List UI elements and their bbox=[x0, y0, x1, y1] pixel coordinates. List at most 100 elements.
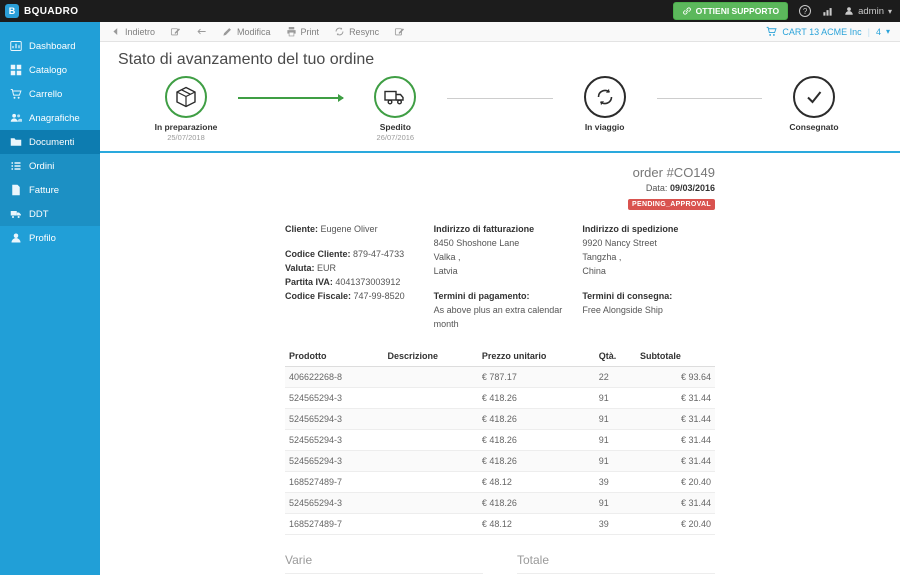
ddt-icon bbox=[10, 208, 22, 220]
sync-icon bbox=[593, 85, 617, 109]
partita-iva-value: 4041373003912 bbox=[335, 276, 401, 287]
edit-note-button[interactable] bbox=[394, 26, 405, 37]
edit-note-button[interactable] bbox=[170, 26, 181, 37]
order-item-cell: 524565294-3 bbox=[285, 387, 384, 409]
sidebar-item-documenti[interactable]: Documenti bbox=[0, 130, 100, 154]
order-item-row: 524565294-3 € 418.26 91 € 31.44 bbox=[285, 492, 715, 514]
sidebar-item-label: Documenti bbox=[29, 136, 75, 148]
customer-grid: Cliente: Eugene Oliver Codice Cliente: 8… bbox=[285, 223, 715, 332]
payment-terms-value: As above plus an extra calendar month bbox=[433, 304, 563, 329]
order-item-cell bbox=[383, 408, 478, 430]
step-circle bbox=[583, 76, 626, 118]
cliente-label: Cliente: bbox=[285, 224, 319, 234]
customer-code-line: Codice Cliente: 879-47-4733 bbox=[285, 248, 418, 262]
billing-line: Latvia bbox=[433, 265, 458, 276]
sidebar-item-fatture[interactable]: Fatture bbox=[0, 178, 100, 202]
brand[interactable]: B BQUADRO bbox=[5, 4, 101, 18]
order-item-cell: 91 bbox=[594, 387, 636, 409]
codice-fiscale-value: 747-99-8520 bbox=[353, 290, 405, 301]
user-menu[interactable]: admin ▾ bbox=[844, 6, 892, 17]
sidebar-item-catalogo[interactable]: Catalogo bbox=[0, 58, 100, 82]
order-date: Data: 09/03/2016 bbox=[285, 183, 715, 193]
currency-line: Valuta: EUR bbox=[285, 262, 418, 276]
step-date: 26/07/2016 bbox=[376, 133, 415, 142]
edit-note-icon bbox=[394, 26, 405, 37]
brand-logo-icon: B bbox=[5, 4, 19, 18]
delivery-terms-label-text: Termini di consegna: bbox=[582, 290, 673, 301]
partita-iva-label: Partita IVA: bbox=[285, 276, 333, 287]
order-item-cell: € 418.26 bbox=[477, 429, 595, 451]
toolbar-button-label: Modifica bbox=[237, 26, 271, 37]
sidebar-item-anagrafiche[interactable]: Anagrafiche bbox=[0, 106, 100, 130]
toolbar-button-label: Indietro bbox=[125, 26, 156, 37]
sidebar-item-dashboard[interactable]: Dashboard bbox=[0, 34, 100, 58]
sidebar-item-label: Anagrafiche bbox=[29, 112, 80, 124]
table-header-row: Prodotto Descrizione Prezzo unitario Qtà… bbox=[285, 345, 715, 367]
cart-label: CART 13 ACME Inc bbox=[782, 26, 862, 37]
indietro-button[interactable]: Indietro bbox=[110, 26, 155, 37]
header-qta: Qtà. bbox=[594, 345, 636, 367]
order-header: order #CO149 Data: 09/03/2016 PENDING_AP… bbox=[285, 165, 715, 211]
order-item-cell bbox=[383, 513, 478, 535]
sidebar-item-label: Carrello bbox=[29, 88, 63, 100]
order-item-cell bbox=[383, 387, 478, 409]
order-item-cell: 524565294-3 bbox=[285, 492, 384, 514]
totale-heading: Totale bbox=[517, 553, 715, 574]
step-label: In preparazione bbox=[154, 122, 218, 132]
resync-button[interactable]: Resync bbox=[334, 26, 379, 37]
order-item-row: 168527489-7 € 48.12 39 € 20.40 bbox=[285, 513, 715, 535]
step-connector bbox=[656, 98, 762, 99]
arrow-left-button[interactable] bbox=[196, 26, 207, 37]
print-button[interactable]: Print bbox=[286, 26, 319, 37]
order-document: order #CO149 Data: 09/03/2016 PENDING_AP… bbox=[285, 165, 715, 575]
support-button[interactable]: OTTIENI SUPPORTO bbox=[672, 2, 789, 20]
order-item-cell: 39 bbox=[594, 471, 636, 493]
order-item-cell: € 418.26 bbox=[477, 492, 595, 514]
stats-icon[interactable] bbox=[822, 6, 833, 17]
arrow-left-icon bbox=[196, 26, 207, 37]
order-item-cell bbox=[383, 471, 478, 493]
cart-link[interactable]: CART 13 ACME Inc | 4 ▾ bbox=[766, 26, 890, 37]
package-icon bbox=[174, 85, 198, 109]
sidebar-item-label: Ordini bbox=[29, 160, 55, 172]
varie-heading: Varie bbox=[285, 553, 483, 574]
topbar: B BQUADRO OTTIENI SUPPORTO ? admin ▾ bbox=[0, 0, 900, 22]
payment-terms-label-text: Termini di pagamento: bbox=[433, 290, 530, 301]
shipping-title: Indirizzo di spedizione bbox=[582, 223, 715, 237]
sidebar-item-ordini[interactable]: Ordini bbox=[0, 154, 100, 178]
user-icon bbox=[844, 6, 854, 16]
totale-column: Totale Imponibile: € 1065.15 bbox=[517, 553, 715, 575]
status-badge: PENDING_APPROVAL bbox=[628, 199, 715, 210]
order-item-row: 524565294-3 € 418.26 91 € 31.44 bbox=[285, 429, 715, 451]
toolbar-actions: Indietro Modifica Print Resync bbox=[110, 26, 766, 37]
codice-cliente-label: Codice Cliente: bbox=[285, 248, 351, 259]
order-items-table: Prodotto Descrizione Prezzo unitario Qtà… bbox=[285, 345, 715, 535]
sidebar-item-profilo[interactable]: Profilo bbox=[0, 226, 100, 250]
customer-info: Cliente: Eugene Oliver Codice Cliente: 8… bbox=[285, 223, 418, 332]
codice-fiscale-label: Codice Fiscale: bbox=[285, 290, 352, 301]
toolbar-button-label: Resync bbox=[349, 26, 380, 37]
order-item-cell: 524565294-3 bbox=[285, 450, 384, 472]
order-item-cell: € 31.44 bbox=[635, 387, 715, 409]
help-icon[interactable]: ? bbox=[799, 5, 812, 17]
invoices-icon bbox=[10, 184, 22, 196]
order-item-row: 168527489-7 € 48.12 39 € 20.40 bbox=[285, 471, 715, 493]
order-item-cell bbox=[383, 492, 478, 514]
order-item-row: 524565294-3 € 418.26 91 € 31.44 bbox=[285, 387, 715, 409]
caret-down-icon: ▾ bbox=[887, 6, 892, 16]
order-progress: In preparazione 25/07/2018 Spedito 26/07/20… bbox=[134, 76, 866, 142]
sidebar-item-ddt[interactable]: DDT bbox=[0, 202, 100, 226]
header-prezzo-unitario: Prezzo unitario bbox=[477, 345, 595, 367]
billing-title: Indirizzo di fatturazione bbox=[434, 223, 567, 237]
resync-icon bbox=[334, 26, 345, 37]
step-label: In viaggio bbox=[584, 122, 625, 132]
header-descrizione: Descrizione bbox=[383, 345, 478, 367]
pencil-icon bbox=[222, 26, 233, 37]
modifica-button[interactable]: Modifica bbox=[222, 26, 271, 37]
user-name: admin bbox=[858, 5, 884, 17]
order-item-cell: 22 bbox=[594, 366, 636, 388]
sidebar-item-carrello[interactable]: Carrello bbox=[0, 82, 100, 106]
customer-name-line: Cliente: Eugene Oliver bbox=[285, 223, 418, 237]
order-item-cell: € 31.44 bbox=[635, 429, 715, 451]
payment-terms-label: Termini di pagamento: bbox=[434, 290, 567, 304]
